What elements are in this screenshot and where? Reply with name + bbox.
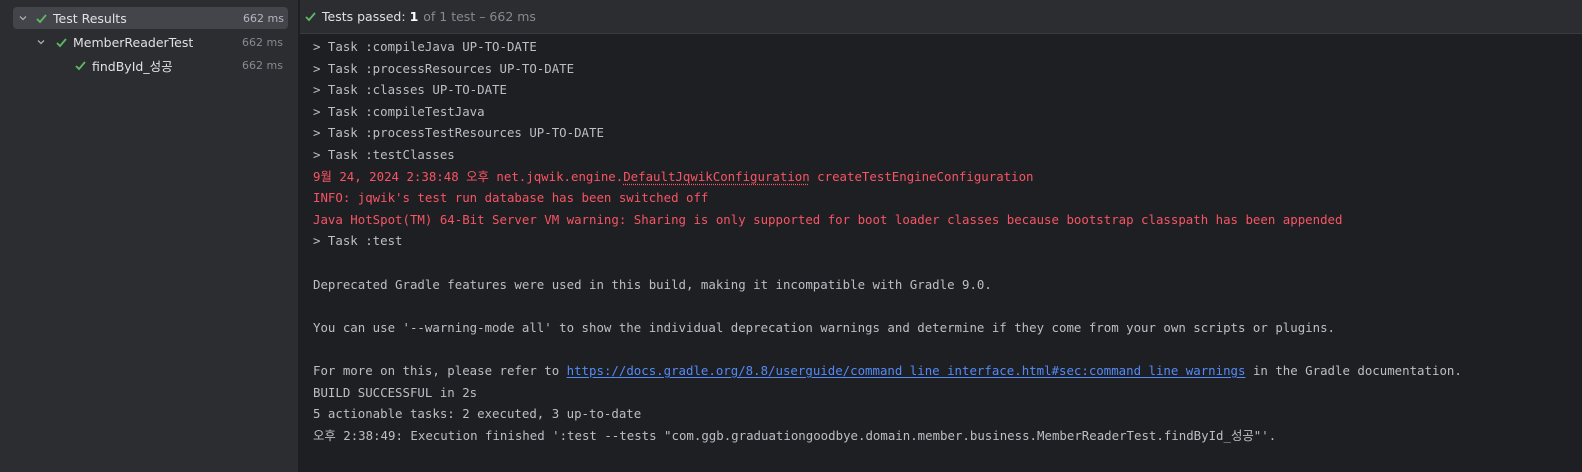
console-line: > Task :compileJava UP-TO-DATE [313, 39, 537, 54]
tree-item-time: 662 ms [242, 35, 283, 49]
tree-item-member-reader-test[interactable]: MemberReaderTest 662 ms [0, 31, 299, 53]
log-prefix: 9월 24, 2024 2:38:48 오후 net.jqwik.engine. [313, 168, 624, 184]
tree-item-label: Test Results [53, 10, 127, 26]
console-line: For more on this, please refer to https:… [313, 360, 1575, 382]
tree-item-find-by-id[interactable]: findById_성공 662 ms [0, 54, 299, 76]
log-class-name[interactable]: DefaultJqwikConfiguration [623, 169, 810, 184]
console-line: > Task :testClasses [313, 146, 455, 162]
log-suffix: createTestEngineConfiguration [809, 168, 1034, 184]
more-prefix: For more on this, please refer to [313, 362, 567, 378]
console-line: 5 actionable tasks: 2 executed, 3 up-to-… [313, 406, 642, 422]
chevron-down-icon[interactable] [17, 12, 29, 24]
status-passed-count: 1 [409, 9, 419, 24]
console-error-line: 9월 24, 2024 2:38:48 오후 net.jqwik.engine.… [313, 166, 1575, 188]
check-icon [35, 12, 48, 25]
console-panel: Tests passed: 1 of 1 test – 662 ms > Tas… [300, 0, 1582, 472]
test-tree-panel: Test Results 662 ms MemberReaderTest 662… [0, 0, 299, 472]
console-output[interactable]: > Task :compileJava UP-TO-DATE > Task :p… [313, 36, 1575, 446]
tree-item-label: findById_성공 [92, 58, 173, 74]
console-line: > Task :processTestResources UP-TO-DATE [313, 125, 604, 141]
console-line: > Task :classes UP-TO-DATE [313, 82, 507, 98]
console-line: BUILD SUCCESSFUL in 2s [313, 384, 478, 400]
status-summary: of 1 test – 662 ms [423, 9, 536, 24]
check-icon [55, 36, 68, 49]
console-line: 오후 2:38:49: Execution finished ':test --… [313, 427, 1277, 443]
chevron-down-icon[interactable] [35, 36, 47, 48]
status-prefix: Tests passed: [322, 9, 406, 24]
gradle-docs-link[interactable]: https://docs.gradle.org/8.8/userguide/co… [567, 363, 1246, 378]
console-line: > Task :processResources UP-TO-DATE [313, 60, 575, 76]
console-line: > Task :compileTestJava [313, 103, 485, 119]
console-error-line: INFO: jqwik's test run database has been… [313, 190, 709, 206]
console-line: Deprecated Gradle features were used in … [313, 276, 992, 292]
more-suffix: in the Gradle documentation. [1245, 362, 1462, 378]
console-line: > Task :test [313, 233, 403, 249]
console-error-line: Java HotSpot(TM) 64-Bit Server VM warnin… [313, 211, 1343, 227]
console-line: You can use '--warning-mode all' to show… [313, 319, 1335, 335]
check-icon [74, 59, 87, 72]
tree-item-label: MemberReaderTest [73, 34, 194, 50]
tree-item-time: 662 ms [243, 11, 284, 25]
test-status-bar: Tests passed: 1 of 1 test – 662 ms [300, 0, 1582, 34]
tree-item-test-results[interactable]: Test Results 662 ms [13, 7, 288, 29]
tree-item-time: 662 ms [242, 58, 283, 72]
check-icon [304, 10, 317, 23]
